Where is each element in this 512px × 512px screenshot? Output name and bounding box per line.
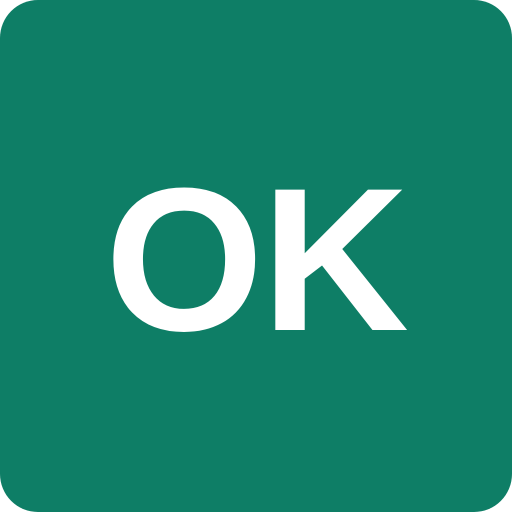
ok-button-label: OK	[105, 146, 409, 374]
ok-button[interactable]: OK	[0, 0, 512, 512]
